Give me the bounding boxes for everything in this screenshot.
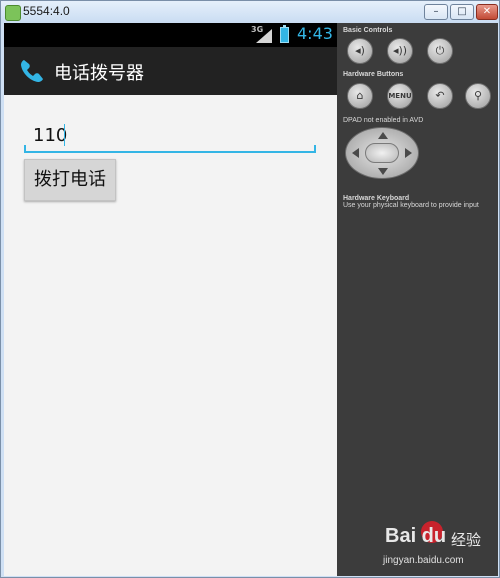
power-button[interactable]: ⏻ — [427, 38, 453, 64]
hardware-keyboard-section: Hardware Keyboard Use your physical keyb… — [343, 195, 479, 209]
volume-down-icon: ◂) — [355, 44, 365, 57]
input-underline — [24, 151, 316, 153]
signal-strength-icon — [256, 29, 272, 43]
dpad-center-button[interactable] — [365, 143, 399, 163]
back-button[interactable]: ↶ — [427, 83, 453, 109]
power-icon: ⏻ — [435, 44, 445, 57]
status-clock: 4:43 — [297, 24, 333, 43]
phone-handset-icon — [21, 60, 43, 82]
hardware-buttons-label: Hardware Buttons — [343, 71, 404, 78]
battery-charging-icon — [280, 25, 289, 43]
dialer-content: 110 拨打电话 — [4, 95, 337, 576]
volume-down-button[interactable]: ◂) — [347, 38, 373, 64]
input-underline-left-tick — [24, 145, 26, 151]
phone-screen: 3G 4:43 电话拨号器 110 拨打电话 — [4, 23, 337, 576]
search-button[interactable]: ⚲ — [465, 83, 491, 109]
search-icon: ⚲ — [473, 89, 483, 102]
home-icon: ⌂ — [356, 89, 364, 102]
status-bar: 3G 4:43 — [4, 23, 337, 47]
close-button[interactable]: ✕ — [476, 4, 498, 20]
dpad-control[interactable] — [345, 127, 419, 179]
menu-button[interactable]: MENU — [387, 83, 413, 109]
emulator-app-icon — [5, 5, 21, 21]
window-title: 5554:4.0 — [23, 4, 70, 18]
home-button[interactable]: ⌂ — [347, 83, 373, 109]
phone-number-input[interactable]: 110 — [33, 125, 67, 146]
watermark-url: jingyan.baidu.com — [383, 555, 464, 566]
dpad-up-icon[interactable] — [378, 132, 388, 139]
dpad-right-icon[interactable] — [405, 148, 412, 158]
app-title: 电话拨号器 — [54, 63, 144, 84]
baidu-watermark: Bai du 经验 jingyan.baidu.com — [379, 521, 497, 573]
minimize-button[interactable]: – — [424, 4, 448, 20]
emulator-controls-panel: Basic Controls ◂) ◂)) ⏻ Hardware Buttons… — [337, 23, 498, 576]
volume-up-button[interactable]: ◂)) — [387, 38, 413, 64]
text-cursor — [64, 124, 65, 146]
hardware-keyboard-label: Hardware Keyboard — [343, 195, 410, 202]
dpad-down-icon[interactable] — [378, 168, 388, 175]
input-underline-right-tick — [314, 145, 316, 151]
basic-controls-label: Basic Controls — [343, 27, 393, 34]
window-titlebar[interactable]: 5554:4.0 – □ ✕ — [1, 1, 499, 23]
watermark-cn: 经验 — [451, 531, 482, 549]
call-button[interactable]: 拨打电话 — [24, 159, 116, 201]
maximize-button[interactable]: □ — [450, 4, 474, 20]
hardware-keyboard-note: Use your physical keyboard to provide in… — [343, 202, 479, 209]
watermark-brand: Bai du — [385, 525, 447, 547]
back-arrow-icon: ↶ — [435, 89, 445, 102]
dpad-label: DPAD not enabled in AVD — [343, 117, 424, 124]
emulator-window: 5554:4.0 – □ ✕ 3G 4:43 电话拨号器 110 拨打电话 Ba… — [0, 0, 500, 578]
dpad-left-icon[interactable] — [352, 148, 359, 158]
action-bar: 电话拨号器 — [4, 47, 337, 95]
volume-up-icon: ◂)) — [392, 44, 408, 57]
